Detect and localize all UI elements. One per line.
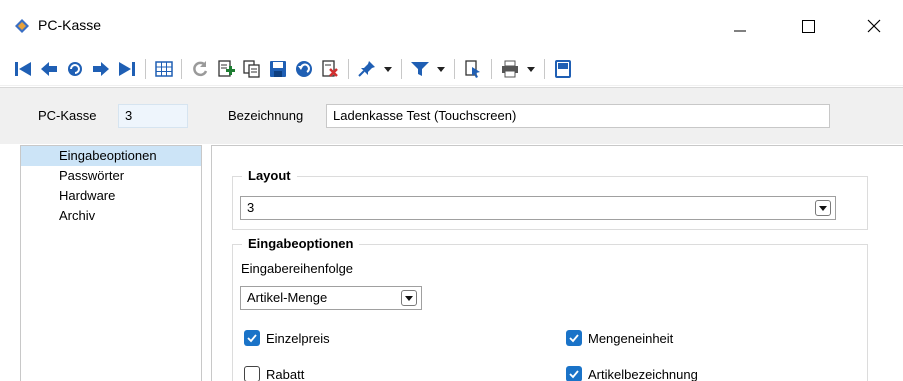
- kasse-number-field[interactable]: 3: [118, 104, 188, 128]
- last-record-icon: [119, 62, 135, 76]
- input-order-value: Artikel-Menge: [247, 290, 328, 305]
- close-icon: [867, 19, 881, 33]
- chevron-down-icon: [437, 67, 445, 72]
- header-panel: PC-Kasse 3 Bezeichnung Ladenkasse Test (…: [0, 87, 903, 144]
- nav-item-passwoerter[interactable]: Passwörter: [21, 166, 201, 186]
- pin-button[interactable]: [356, 58, 378, 80]
- checkbox-artikelbezeichnung[interactable]: Artikelbezeichnung: [566, 366, 698, 381]
- checkbox-unchecked-icon[interactable]: [244, 366, 260, 381]
- nav-item-eingabeoptionen[interactable]: Eingabeoptionen: [21, 146, 201, 166]
- input-order-dropdown-button[interactable]: [401, 290, 417, 306]
- content-panel: Layout 3 Eingabeoptionen Eingabereihenfo…: [211, 145, 903, 381]
- bezeichnung-field[interactable]: Ladenkasse Test (Touchscreen): [326, 104, 830, 128]
- checkbox-checked-icon[interactable]: [566, 330, 582, 346]
- previous-record-button[interactable]: [38, 58, 60, 80]
- kasse-label: PC-Kasse: [38, 108, 97, 123]
- chevron-down-icon: [527, 67, 535, 72]
- checkbox-rabatt-label: Rabatt: [266, 366, 305, 381]
- undo-icon: [296, 61, 312, 77]
- checkbox-mengeneinheit-label: Mengeneinheit: [588, 330, 674, 346]
- new-record-icon: [218, 60, 235, 77]
- layout-group-title: Layout: [242, 168, 297, 183]
- search-record-icon: [68, 62, 82, 76]
- input-options-group-title: Eingabeoptionen: [242, 236, 360, 251]
- print-dropdown-button[interactable]: [524, 58, 538, 80]
- maximize-button[interactable]: [785, 8, 831, 44]
- filter-button[interactable]: [409, 58, 431, 80]
- pin-icon: [358, 61, 375, 77]
- document-selection-button[interactable]: [462, 58, 484, 80]
- window-title: PC-Kasse: [38, 17, 102, 33]
- print-icon: [502, 60, 518, 78]
- delete-record-button[interactable]: [319, 58, 341, 80]
- last-record-button[interactable]: [116, 58, 138, 80]
- input-order-select[interactable]: Artikel-Menge: [240, 286, 422, 310]
- checkbox-rabatt[interactable]: Rabatt: [244, 366, 304, 381]
- copy-record-icon: [243, 60, 260, 78]
- close-button[interactable]: [851, 8, 897, 44]
- nav-item-hardware[interactable]: Hardware: [21, 186, 201, 206]
- nav-item-archiv[interactable]: Archiv: [21, 206, 201, 226]
- toolbar-separator: [454, 59, 455, 79]
- search-record-button[interactable]: [64, 58, 86, 80]
- chevron-down-icon: [819, 206, 827, 211]
- notes-button[interactable]: [552, 58, 574, 80]
- section-navigation: Eingabeoptionen Passwörter Hardware Arch…: [20, 145, 202, 381]
- first-record-button[interactable]: [12, 58, 34, 80]
- layout-select-value: 3: [247, 200, 255, 215]
- layout-select[interactable]: 3: [240, 196, 836, 220]
- maximize-icon: [801, 19, 815, 33]
- filter-dropdown-button[interactable]: [434, 58, 448, 80]
- previous-record-icon: [41, 62, 57, 76]
- first-record-icon: [15, 62, 31, 76]
- minimize-icon: [734, 30, 746, 32]
- toolbar-separator: [181, 59, 182, 79]
- save-button[interactable]: [267, 58, 289, 80]
- document-selection-icon: [465, 60, 480, 78]
- title-bar: PC-Kasse: [0, 0, 903, 52]
- refresh-button[interactable]: [189, 58, 211, 80]
- checkbox-einzelpreis-label: Einzelpreis: [266, 330, 330, 346]
- chevron-down-icon: [384, 67, 392, 72]
- chevron-down-icon: [405, 296, 413, 301]
- bezeichnung-label: Bezeichnung: [228, 108, 304, 123]
- checkbox-checked-icon[interactable]: [566, 366, 582, 381]
- toolbar: [0, 52, 903, 86]
- toolbar-separator: [544, 59, 545, 79]
- next-record-button[interactable]: [90, 58, 112, 80]
- undo-button[interactable]: [293, 58, 315, 80]
- filter-icon: [411, 62, 429, 76]
- next-record-icon: [93, 62, 109, 76]
- new-record-button[interactable]: [215, 58, 237, 80]
- app-logo-icon: [14, 18, 30, 34]
- toolbar-separator: [348, 59, 349, 79]
- checkbox-checked-icon[interactable]: [244, 330, 260, 346]
- print-button[interactable]: [499, 58, 521, 80]
- checkbox-einzelpreis[interactable]: Einzelpreis: [244, 330, 330, 346]
- table-view-button[interactable]: [153, 58, 175, 80]
- delete-record-icon: [322, 60, 338, 77]
- checkbox-artikelbezeichnung-label: Artikelbezeichnung: [588, 366, 698, 381]
- minimize-button[interactable]: [717, 8, 763, 44]
- checkbox-mengeneinheit[interactable]: Mengeneinheit: [566, 330, 673, 346]
- toolbar-separator: [401, 59, 402, 79]
- notes-icon: [555, 60, 571, 78]
- toolbar-separator: [491, 59, 492, 79]
- pin-dropdown-button[interactable]: [381, 58, 395, 80]
- copy-record-button[interactable]: [241, 58, 263, 80]
- layout-dropdown-button[interactable]: [815, 200, 831, 216]
- table-view-icon: [155, 61, 173, 77]
- input-order-label: Eingabereihenfolge: [241, 261, 354, 276]
- save-icon: [270, 61, 286, 77]
- toolbar-separator: [145, 59, 146, 79]
- refresh-icon: [193, 61, 208, 77]
